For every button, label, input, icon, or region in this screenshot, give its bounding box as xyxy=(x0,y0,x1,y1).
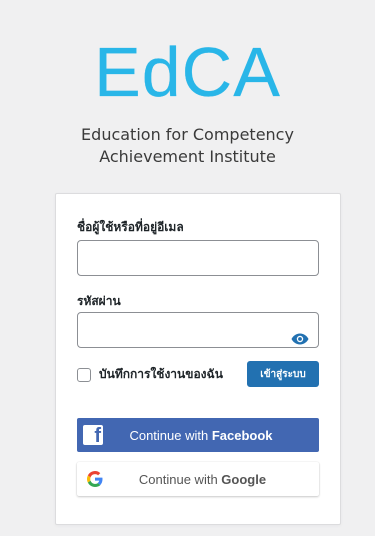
facebook-button-prefix: Continue with xyxy=(129,427,212,443)
institute-name-line1: Education for Competency xyxy=(81,125,294,144)
password-input[interactable] xyxy=(77,312,319,348)
google-button-brand: Google xyxy=(221,471,267,487)
remember-me[interactable]: บันทึกการใช้งานของฉัน xyxy=(77,365,223,384)
eye-icon xyxy=(291,333,309,345)
logo-wordmark: EdCA xyxy=(94,33,281,111)
google-logo-icon xyxy=(84,468,106,490)
google-button-prefix: Continue with xyxy=(138,471,222,487)
continue-with-google-button[interactable]: Continue with Google xyxy=(77,462,319,496)
brand-logo: EdCA Education for Competency Achievemen… xyxy=(0,30,375,168)
institute-name: Education for Competency Achievement Ins… xyxy=(0,124,375,168)
login-button[interactable]: เข้าสู่ระบบ xyxy=(247,361,319,387)
facebook-logo-icon: f xyxy=(83,425,103,445)
remember-me-label: บันทึกการใช้งานของฉัน xyxy=(99,367,223,381)
continue-with-facebook-button[interactable]: f Continue with Facebook xyxy=(77,418,319,452)
google-button-label: Continue with Google xyxy=(106,472,319,487)
facebook-button-brand: Facebook xyxy=(211,427,273,443)
username-input[interactable] xyxy=(77,240,319,276)
institute-name-line2: Achievement Institute xyxy=(99,147,276,166)
username-label: ชื่อผู้ใช้หรือที่อยู่อีเมล xyxy=(77,220,184,234)
remember-me-checkbox[interactable] xyxy=(77,367,91,382)
show-password-toggle[interactable] xyxy=(289,328,311,350)
login-card: ชื่อผู้ใช้หรือที่อยู่อีเมล รหัสผ่าน บันท… xyxy=(55,193,341,525)
facebook-button-label: Continue with Facebook xyxy=(103,428,319,443)
password-label: รหัสผ่าน xyxy=(77,294,121,308)
